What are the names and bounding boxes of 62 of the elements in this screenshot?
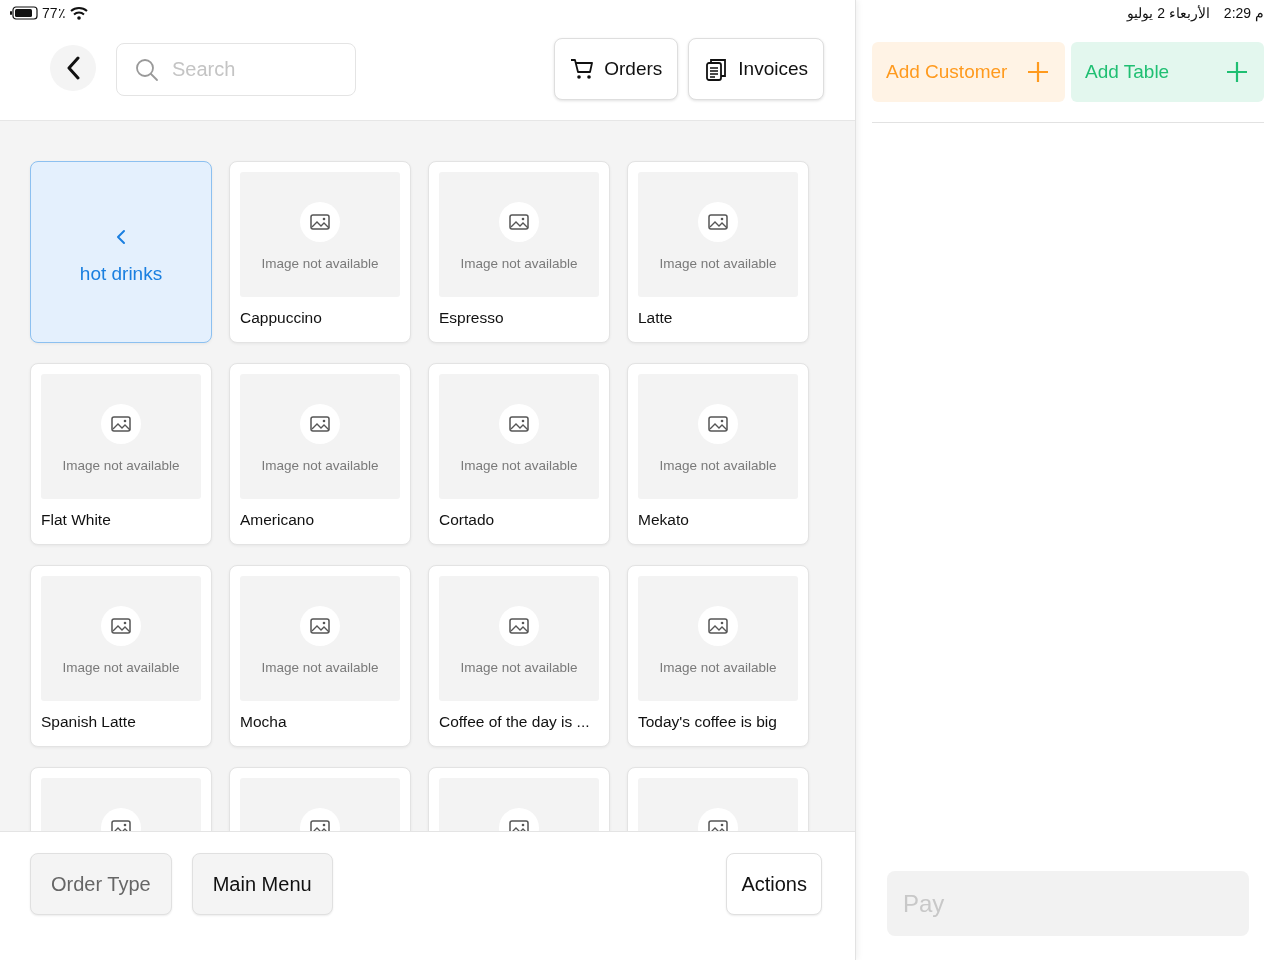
chevron-left-icon: [66, 56, 80, 80]
product-card[interactable]: Image not available Coffee of the day is ...: [428, 565, 610, 747]
image-icon: [310, 618, 330, 634]
product-card[interactable]: Image not available Mocha: [229, 565, 411, 747]
status-time: 2:29 م: [1223, 4, 1264, 21]
image-icon: [708, 618, 728, 634]
image-icon: [509, 214, 529, 230]
placeholder-text: Image not available: [62, 660, 180, 675]
search-field[interactable]: Search: [116, 43, 356, 96]
product-name: Mekato: [638, 511, 690, 529]
chevron-left-icon: [116, 228, 126, 245]
placeholder-text: Image not available: [460, 660, 578, 675]
product-name: Espresso: [439, 309, 505, 327]
placeholder-text: Image not available: [659, 458, 777, 473]
plus-icon: [1027, 61, 1049, 83]
footer-button[interactable]: Main Menu: [191, 853, 333, 915]
product-card[interactable]: Image not available Spanish Latte: [30, 565, 212, 747]
product-name: Spanish Latte: [41, 713, 137, 731]
back-button[interactable]: [50, 45, 96, 91]
image-icon: [310, 416, 330, 432]
product-name: Coffee of the day is ...: [439, 713, 591, 731]
image-icon: [708, 416, 728, 432]
product-card[interactable]: Image not available Latte: [627, 161, 809, 343]
battery-level: 77٪: [42, 4, 66, 21]
placeholder-text: Image not available: [261, 660, 379, 675]
product-name: Flat White: [41, 511, 112, 529]
battery-icon: [10, 5, 38, 20]
invoices-button[interactable]: Invoices: [688, 38, 824, 100]
image-icon: [310, 214, 330, 230]
status-date: الأربعاء 2 يوليو: [1127, 4, 1210, 21]
placeholder-text: Image not available: [460, 458, 578, 473]
product-card[interactable]: Image not available Espresso: [428, 161, 610, 343]
placeholder-text: Image not available: [460, 256, 578, 271]
product-card[interactable]: Image not available Cortado: [428, 363, 610, 545]
product-name: Cortado: [439, 511, 496, 529]
product-name: Americano: [240, 511, 316, 529]
documents-icon: [704, 57, 729, 81]
product-name: Today's coffee is big: [638, 713, 778, 731]
orders-button[interactable]: Orders: [554, 38, 679, 100]
product-name: Mocha: [240, 713, 288, 731]
placeholder-text: Image not available: [62, 458, 180, 473]
cart-icon: [570, 57, 595, 81]
product-card[interactable]: Image not available Mekato: [627, 363, 809, 545]
image-icon: [111, 416, 131, 432]
product-card[interactable]: Image not available Today's coffee is big: [627, 565, 809, 747]
image-icon: [111, 618, 131, 634]
placeholder-text: Image not available: [659, 256, 777, 271]
actions-button[interactable]: Actions: [726, 853, 822, 915]
product-name: Cappuccino: [240, 309, 323, 327]
placeholder-text: Image not available: [261, 458, 379, 473]
placeholder-text: Image not available: [659, 660, 777, 675]
wifi-icon: [69, 5, 88, 20]
product-card[interactable]: Image not available Cappuccino: [229, 161, 411, 343]
product-name: Latte: [638, 309, 674, 327]
category-tile[interactable]: hot drinks: [30, 161, 212, 343]
image-icon: [708, 214, 728, 230]
image-icon: [509, 618, 529, 634]
image-icon: [509, 416, 529, 432]
product-card[interactable]: Image not available Flat White: [30, 363, 212, 545]
product-card[interactable]: Image not available Americano: [229, 363, 411, 545]
plus-icon: [1226, 61, 1248, 83]
placeholder-text: Image not available: [261, 256, 379, 271]
